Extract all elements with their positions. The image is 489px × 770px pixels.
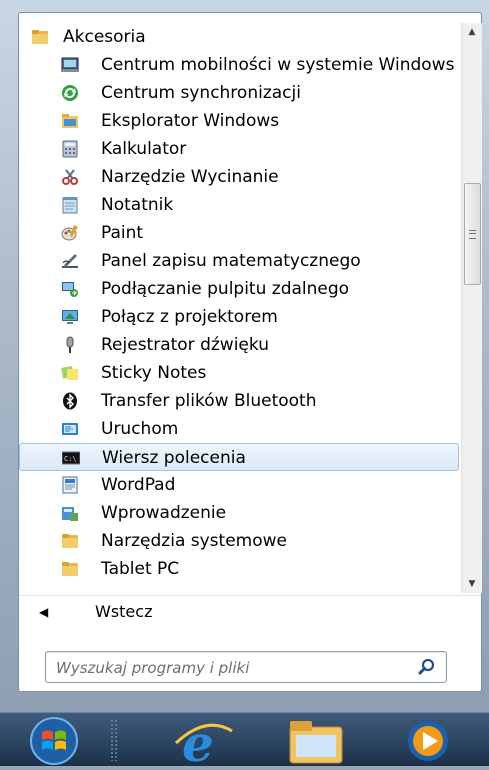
folder-akcesoria[interactable]: Akcesoria [19, 23, 459, 51]
item-mobility-center[interactable]: Centrum mobilności w systemie Windows [19, 51, 459, 79]
search-box[interactable] [45, 651, 447, 683]
back-button[interactable]: ◀ Wstecz [19, 597, 481, 627]
divider [19, 595, 481, 596]
remote-desktop-icon [62, 282, 78, 297]
start-menu: Akcesoria Centrum mobilności w systemie … [0, 0, 489, 712]
search-input[interactable] [54, 656, 408, 680]
item-label: Panel zapisu matematycznego [101, 251, 361, 271]
back-label: Wstecz [95, 602, 153, 621]
svg-text:C:\: C:\ [64, 455, 77, 463]
programs-list: Akcesoria Centrum mobilności w systemie … [19, 23, 459, 593]
explorer-button[interactable] [282, 713, 352, 766]
command-prompt-icon: C:\ [62, 451, 80, 465]
item-label: Narzędzia systemowe [101, 531, 287, 551]
notepad-icon [62, 197, 78, 214]
item-sticky-notes[interactable]: Sticky Notes [19, 359, 459, 387]
item-remote-desktop[interactable]: Podłączanie pulpitu zdalnego [19, 275, 459, 303]
item-snipping-tool[interactable]: Narzędzie Wycinanie [19, 163, 459, 191]
item-tablet-pc[interactable]: Tablet PC [19, 555, 459, 583]
item-label: Kalkulator [101, 139, 187, 159]
item-label: Narzędzie Wycinanie [101, 167, 279, 187]
programs-scrollbar[interactable]: ▲ ▼ [461, 23, 482, 593]
item-paint[interactable]: Paint [19, 219, 459, 247]
folder-icon [62, 562, 78, 576]
programs-panel: Akcesoria Centrum mobilności w systemie … [18, 12, 482, 692]
item-label: Transfer plików Bluetooth [101, 391, 317, 411]
explorer-folder-icon [289, 721, 343, 764]
magnifier-icon[interactable] [418, 658, 436, 676]
item-projector[interactable]: Połącz z projektorem [19, 303, 459, 331]
svg-text:e: e [182, 714, 214, 766]
item-wordpad[interactable]: WordPad [19, 471, 459, 499]
item-command-prompt[interactable]: C:\ Wiersz polecenia [19, 443, 459, 471]
item-bluetooth[interactable]: Transfer plików Bluetooth [19, 387, 459, 415]
start-orb-button[interactable] [16, 713, 86, 766]
taskbar-separator [110, 719, 118, 761]
ie-button[interactable]: e [168, 713, 238, 770]
run-icon [62, 423, 78, 435]
sync-center-icon [62, 85, 78, 101]
bluetooth-icon [63, 392, 77, 410]
item-sync-center[interactable]: Centrum synchronizacji [19, 79, 459, 107]
item-label: Podłączanie pulpitu zdalnego [101, 279, 350, 299]
wordpad-icon [62, 476, 78, 494]
item-getting-started[interactable]: Wprowadzenie [19, 499, 459, 527]
calculator-icon [62, 140, 78, 158]
scroll-up-icon[interactable]: ▲ [462, 23, 482, 41]
item-label: Połącz z projektorem [101, 307, 278, 327]
item-run[interactable]: Uruchom [19, 415, 459, 443]
folder-label: Akcesoria [63, 27, 146, 47]
item-label: Notatnik [101, 195, 174, 215]
snipping-tool-icon [62, 169, 78, 185]
folder-icon [32, 30, 48, 44]
left-arrow-icon: ◀ [39, 605, 49, 619]
item-label: WordPad [101, 475, 176, 495]
item-label: Sticky Notes [101, 363, 207, 383]
item-label: Wprowadzenie [101, 503, 227, 523]
ie-icon: e [174, 714, 233, 770]
media-player-icon [408, 721, 448, 761]
folder-icon [62, 534, 78, 548]
item-explorer[interactable]: Eksplorator Windows [19, 107, 459, 135]
math-input-icon [62, 254, 78, 268]
scroll-down-icon[interactable]: ▼ [462, 575, 482, 593]
mobility-center-icon [61, 57, 79, 72]
item-system-tools[interactable]: Narzędzia systemowe [19, 527, 459, 555]
item-label: Paint [101, 223, 144, 243]
microphone-icon [66, 336, 74, 353]
item-label: Centrum synchronizacji [101, 83, 301, 103]
item-calculator[interactable]: Kalkulator [19, 135, 459, 163]
item-label: Tablet PC [101, 559, 180, 579]
item-label: Wiersz polecenia [102, 448, 246, 468]
item-label: Eksplorator Windows [101, 111, 280, 131]
item-label: Centrum mobilności w systemie Windows [101, 55, 455, 75]
item-sound-recorder[interactable]: Rejestrator dźwięku [19, 331, 459, 359]
item-math-input[interactable]: Panel zapisu matematycznego [19, 247, 459, 275]
scroll-thumb[interactable] [464, 183, 481, 285]
taskbar: e [0, 712, 489, 770]
getting-started-icon [62, 507, 78, 521]
paint-icon [61, 225, 78, 241]
item-notepad[interactable]: Notatnik [19, 191, 459, 219]
windows-orb-icon [30, 717, 78, 765]
grip-icon [469, 230, 476, 239]
item-label: Uruchom [101, 419, 179, 439]
media-player-button[interactable] [396, 713, 466, 766]
explorer-icon [62, 114, 78, 128]
projector-icon [62, 310, 78, 324]
item-label: Rejestrator dźwięku [101, 335, 269, 355]
sticky-notes-icon [61, 366, 78, 380]
